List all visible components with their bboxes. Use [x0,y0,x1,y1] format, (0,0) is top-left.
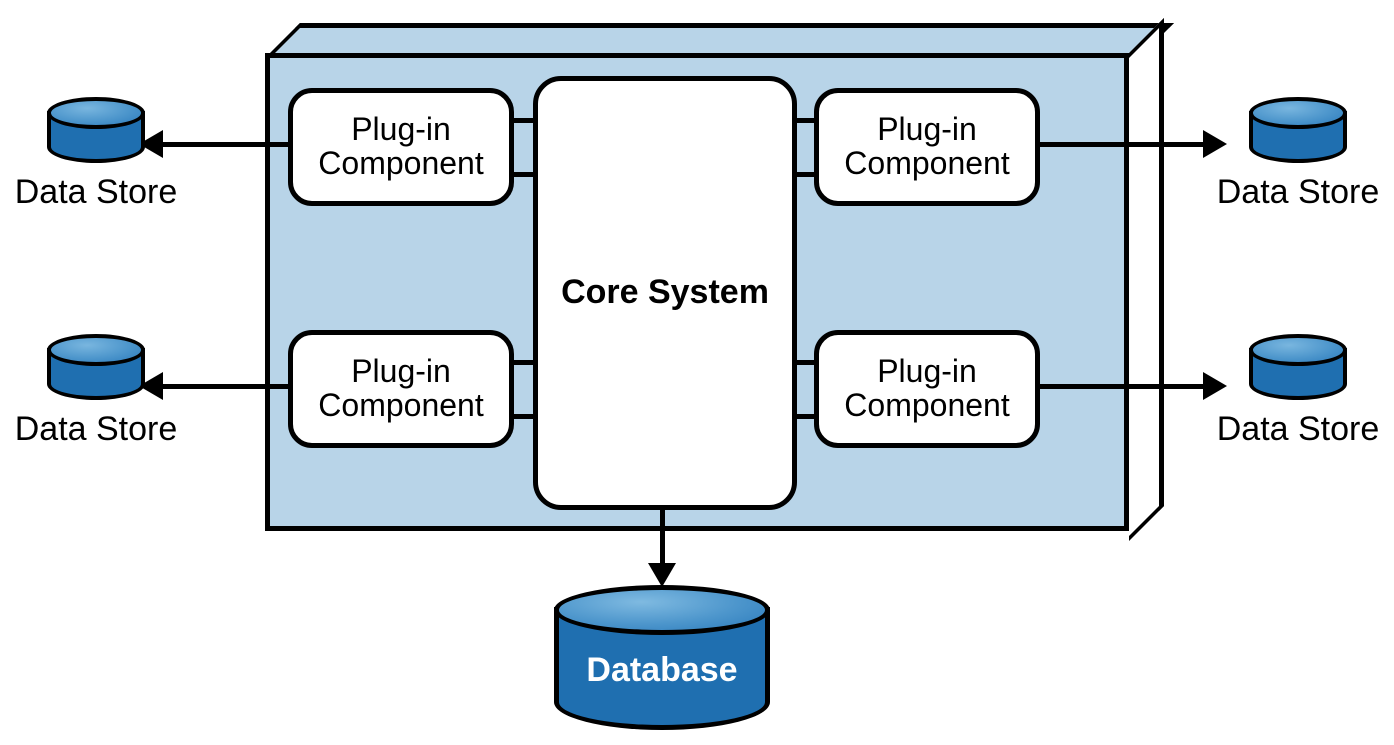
datastore-label: Data Store [1217,410,1380,449]
connector-line [792,118,814,123]
core-system-box: Core System [533,76,797,510]
datastore-top-right: Data Store [1207,97,1389,212]
core-system-label: Core System [561,274,769,311]
connector-line [514,360,533,365]
connector-line [514,414,533,419]
database-cylinder: Database [554,585,770,730]
plugin-label: Plug-inComponent [318,113,483,180]
plugin-top-left: Plug-inComponent [288,88,514,206]
arrow-to-database [660,510,665,565]
datastore-label: Data Store [15,410,178,449]
plugin-bottom-left: Plug-inComponent [288,330,514,448]
connector-line [792,414,814,419]
datastore-bottom-right: Data Store [1207,334,1389,449]
connector-line [514,172,533,177]
cylinder-icon [1249,97,1347,167]
datastore-label: Data Store [15,173,178,212]
datastore-label: Data Store [1217,173,1380,212]
plugin-label: Plug-inComponent [844,355,1009,422]
architecture-diagram: Core System Plug-inComponent Plug-inComp… [0,0,1394,745]
datastore-bottom-left: Data Store [5,334,187,449]
cylinder-icon [47,97,145,167]
database-label: Database [586,651,737,690]
plugin-top-right: Plug-inComponent [814,88,1040,206]
arrow-to-datastore [1040,142,1205,147]
cylinder-icon [1249,334,1347,404]
cylinder-icon [47,334,145,404]
arrow-to-datastore [1040,384,1205,389]
datastore-top-left: Data Store [5,97,187,212]
plugin-label: Plug-inComponent [318,355,483,422]
connector-line [792,360,814,365]
plugin-bottom-right: Plug-inComponent [814,330,1040,448]
connector-line [792,172,814,177]
container-3d-side [1129,18,1164,541]
connector-line [514,118,533,123]
plugin-label: Plug-inComponent [844,113,1009,180]
